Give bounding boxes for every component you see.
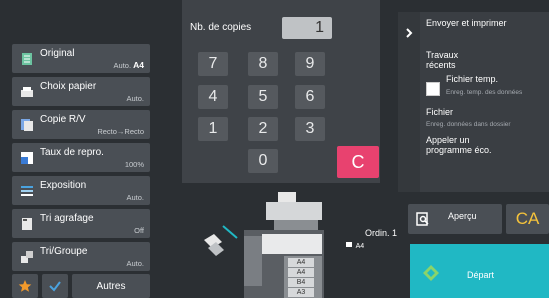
exposition-button[interactable]: Exposition Auto.	[12, 176, 150, 205]
paper-trays: A4 A4 B4 A3	[288, 258, 318, 298]
preview-button[interactable]: Aperçu	[408, 204, 502, 234]
star-icon	[18, 280, 32, 292]
tray-3[interactable]: B4	[288, 278, 314, 287]
start-label: Départ	[467, 270, 495, 280]
key-5[interactable]: 5	[248, 85, 278, 109]
key-0[interactable]: 0	[248, 149, 278, 173]
fichier-temp-sub: Enreg. temp. des données	[446, 89, 523, 96]
copies-count-field[interactable]: 1	[282, 17, 332, 39]
tri-agrafage-button[interactable]: Tri agrafage Off	[12, 209, 150, 238]
tray-4[interactable]: A3	[288, 288, 314, 297]
choix-papier-button[interactable]: Choix papier Auto.	[12, 77, 150, 106]
panel-toggle[interactable]	[398, 12, 420, 192]
exposure-icon	[21, 186, 33, 196]
paper-feed-icon	[346, 242, 352, 247]
tray-1[interactable]: A4	[288, 258, 314, 267]
choix-papier-value: Auto.	[126, 94, 144, 103]
fichier-link[interactable]: Fichier	[426, 107, 453, 117]
tri-agrafage-value: Off	[134, 226, 144, 235]
favorites-button[interactable]	[12, 274, 38, 298]
confirm-button[interactable]	[42, 274, 68, 298]
sort-group-icon	[21, 251, 33, 263]
copies-label: Nb. de copies	[190, 22, 252, 33]
preview-label: Aperçu	[448, 211, 477, 221]
key-6[interactable]: 6	[295, 85, 325, 109]
tray-2[interactable]: A4	[288, 268, 314, 277]
taux-repro-value: 100%	[124, 160, 144, 169]
copier-diagram: A4 A4 B4 A3	[196, 186, 406, 298]
clear-button[interactable]: C	[337, 146, 379, 178]
key-1[interactable]: 1	[198, 117, 228, 141]
key-8[interactable]: 8	[248, 52, 278, 76]
fichier-temp-link[interactable]: Fichier temp.	[446, 74, 498, 84]
taux-repro-label: Taux de repro.	[40, 147, 104, 158]
key-2[interactable]: 2	[248, 117, 278, 141]
fichier-temp-checkbox[interactable]	[426, 82, 440, 96]
exposition-label: Exposition	[40, 180, 87, 191]
start-icon	[423, 265, 439, 281]
choix-papier-label: Choix papier	[40, 81, 97, 92]
original-button[interactable]: Original Auto. A4	[12, 44, 150, 73]
checkmark-icon	[49, 281, 61, 292]
copie-rv-value: Recto→Recto	[97, 127, 144, 136]
action-panel: Envoyer et imprimer Travaux récents Fichi…	[398, 12, 549, 192]
key-9[interactable]: 9	[295, 52, 325, 76]
bypass-tray-label: Ordin. 1	[365, 228, 398, 238]
envoyer-imprimer-link[interactable]: Envoyer et imprimer	[426, 18, 507, 28]
copy-keypad: Nb. de copies 1 7 8 9 4 5 6 1 2 3 0 C	[182, 0, 380, 183]
key-4[interactable]: 4	[198, 85, 228, 109]
zoom-ratio-icon	[21, 152, 33, 164]
key-7[interactable]: 7	[198, 52, 228, 76]
copie-rv-button[interactable]: Copie R/V Recto→Recto	[12, 110, 150, 139]
travaux-recents-link[interactable]: Travaux récents	[426, 50, 458, 70]
original-label: Original	[40, 48, 75, 59]
fichier-sub: Enreg. données dans dossier	[426, 121, 511, 128]
copie-rv-label: Copie R/V	[40, 114, 86, 125]
tri-groupe-label: Tri/Groupe	[40, 246, 88, 257]
tri-groupe-button[interactable]: Tri/Groupe Auto.	[12, 242, 150, 271]
duplex-icon	[21, 119, 33, 131]
start-button[interactable]: Départ	[410, 244, 549, 298]
preview-icon	[416, 212, 429, 226]
key-3[interactable]: 3	[295, 117, 325, 141]
exposition-value: Auto.	[126, 193, 144, 202]
staple-icon	[22, 218, 32, 230]
clear-all-button[interactable]: CA	[506, 204, 549, 234]
autres-button[interactable]: Autres	[72, 274, 150, 298]
tri-agrafage-label: Tri agrafage	[40, 213, 94, 224]
original-value: Auto. A4	[113, 60, 144, 70]
document-icon	[22, 53, 32, 65]
paper-tray-icon	[21, 87, 33, 97]
bypass-tray-paper: A4	[346, 241, 364, 250]
taux-repro-button[interactable]: Taux de repro. 100%	[12, 143, 150, 172]
tri-groupe-value: Auto.	[126, 259, 144, 268]
chevron-right-icon	[406, 28, 413, 38]
appeler-programme-link[interactable]: Appeler un programme éco.	[426, 135, 492, 155]
